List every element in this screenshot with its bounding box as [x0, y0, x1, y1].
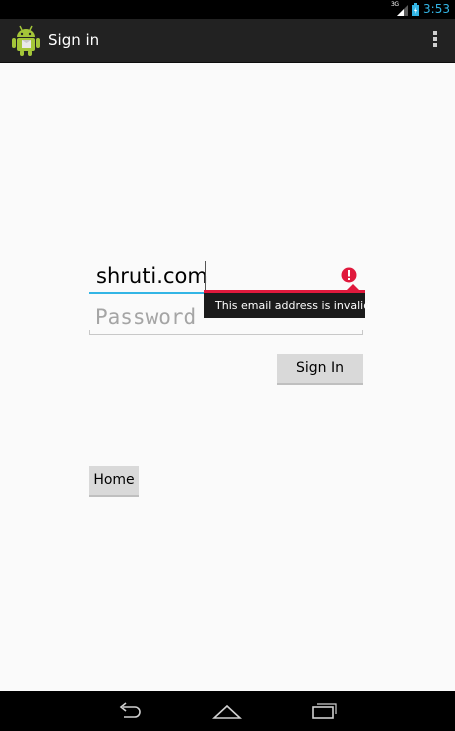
password-underline-tick-left	[89, 330, 90, 335]
error-icon	[341, 267, 357, 283]
error-popup-pointer	[347, 284, 359, 290]
signal-icon: 3G	[391, 1, 409, 16]
status-clock: 3:53	[423, 2, 450, 16]
password-input[interactable]	[89, 300, 363, 334]
action-bar-title: Sign in	[48, 31, 100, 49]
sign-in-button[interactable]: Sign In	[277, 354, 363, 385]
overflow-menu-icon[interactable]	[431, 31, 439, 51]
text-cursor	[205, 261, 206, 290]
navigation-bar	[0, 691, 455, 731]
action-bar: Sign in	[0, 19, 455, 63]
password-underline-tick-right	[362, 330, 363, 335]
status-icons: 3G 3:53	[391, 1, 450, 17]
back-icon[interactable]	[115, 699, 145, 723]
email-value: shruti.com	[96, 264, 208, 288]
password-field[interactable]	[89, 300, 363, 336]
screen: 3G 3:53 Sign in shruti.com This email ad…	[0, 0, 455, 731]
email-field[interactable]: shruti.com	[89, 258, 363, 294]
recents-icon[interactable]	[309, 699, 339, 723]
password-underline	[89, 334, 363, 335]
home-button[interactable]: Home	[89, 466, 139, 497]
status-bar: 3G 3:53	[0, 0, 455, 19]
battery-icon	[412, 3, 420, 16]
home-icon[interactable]	[211, 699, 243, 723]
android-robot-icon[interactable]	[11, 24, 41, 56]
